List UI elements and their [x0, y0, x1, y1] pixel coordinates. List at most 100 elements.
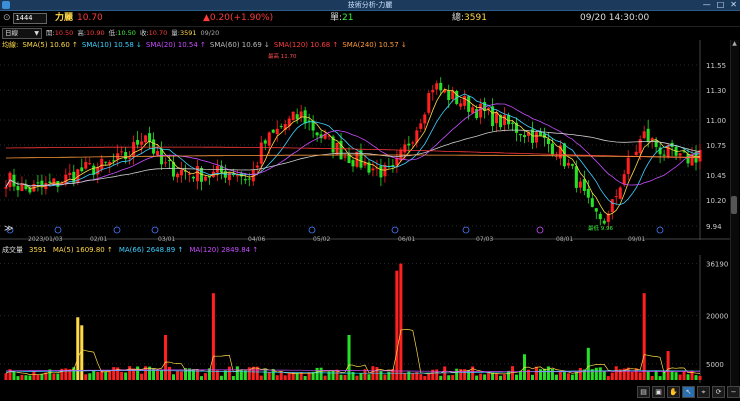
candle-body — [439, 82, 443, 91]
ohlc-value-3: 10.70 — [148, 29, 168, 37]
ohlc-value-2: 10.50 — [117, 29, 136, 37]
volume-bar — [495, 374, 499, 380]
candle-body — [275, 128, 279, 135]
print-icon[interactable]: ▤ — [637, 386, 650, 398]
volume-bar — [179, 371, 184, 380]
candle-body — [467, 96, 471, 112]
candle-body — [128, 157, 132, 159]
period-select[interactable]: 日線 ▼ — [2, 28, 42, 39]
volume-bar — [20, 374, 24, 380]
volume-bar — [4, 373, 8, 380]
ohlc-label-1: 高: — [77, 29, 87, 37]
settings-icon[interactable]: ⊙ — [3, 13, 11, 23]
window-titlebar: 技術分析-力麗 — □ ✕ — [0, 0, 740, 11]
candle-body — [666, 144, 670, 158]
stock-code-box: ⊙ — [3, 12, 47, 24]
quote-bar: ⊙ 力麗 10.70 ▲0.20(+1.90%) 單:21 總:3591 09/… — [0, 11, 740, 27]
volume-bar — [96, 371, 100, 380]
cursor-icon[interactable]: ↖ — [682, 386, 695, 398]
chart-toolbar: 日線 ▼ 開:10.50 高:10.90 低:10.50 收:10.70 量:3591 0… — [0, 27, 740, 39]
zoom-out-icon[interactable]: − — [727, 386, 740, 398]
candle-body — [48, 181, 52, 184]
volume-bar — [120, 371, 124, 380]
volume-bar — [303, 376, 307, 380]
volume-bar — [630, 372, 634, 380]
candle-body — [614, 196, 618, 198]
candle-body — [295, 114, 299, 120]
candle-body — [315, 132, 319, 136]
volume-bar — [578, 367, 582, 380]
volume-bar — [315, 367, 319, 380]
close-button[interactable]: ✕ — [730, 0, 737, 10]
candle-body — [503, 115, 507, 126]
volume-bar — [203, 373, 207, 380]
volume-bar — [168, 366, 172, 380]
volume-bar — [423, 376, 427, 380]
date-axis: 2023/01/03 02/01 03/01 04/06 05/02 06/01 07/03… — [28, 236, 645, 243]
vol-item-3: MA(120) 2849.84 ↑ — [189, 246, 259, 254]
volume-bar — [359, 373, 363, 380]
stock-code-input[interactable] — [12, 12, 47, 24]
maximize-button[interactable]: □ — [717, 0, 725, 10]
volume-bar — [526, 369, 531, 380]
volume-bar — [646, 370, 650, 380]
candle-body — [136, 139, 140, 145]
volume-bar — [562, 371, 566, 380]
candle-body — [550, 143, 554, 155]
candle-body — [36, 182, 40, 184]
volume-bar — [475, 375, 479, 380]
vertical-scrollbar[interactable] — [730, 40, 739, 396]
scrollbar-thumb[interactable] — [731, 196, 737, 214]
scroll-left-button[interactable]: ≫ — [4, 224, 13, 234]
candle-body — [459, 103, 463, 107]
price-chart[interactable]: 11.55 11.30 11.00 10.75 10.45 10.20 9.94 最高 11.… — [0, 40, 730, 240]
save-icon[interactable]: ▣ — [652, 386, 665, 398]
candle-body — [156, 151, 160, 156]
minimize-button[interactable]: — — [703, 0, 711, 10]
high-annotation: 最高 11.70 — [268, 52, 297, 60]
chevron-down-icon: ▼ — [34, 30, 39, 37]
candle-body — [511, 122, 515, 124]
candle-body — [68, 172, 72, 175]
pan-icon[interactable]: ✋ — [667, 386, 680, 398]
candle-body — [179, 169, 184, 176]
candle-body — [343, 156, 347, 158]
scroll-up-arrow[interactable]: ▲ — [730, 40, 739, 48]
candle-body — [419, 123, 423, 129]
volume-bar — [223, 370, 227, 380]
candle-body — [546, 139, 550, 145]
volume-bar — [124, 372, 128, 380]
sma5-line — [5, 88, 701, 216]
volume-bar — [694, 375, 698, 380]
zoom-icon[interactable]: ⌖ — [697, 386, 710, 398]
volume-bar — [295, 372, 299, 380]
volume-bar — [367, 374, 371, 380]
volume-chart[interactable]: 36190 20000 5000 — [0, 255, 730, 383]
volume-bar — [56, 373, 60, 380]
candle-body — [403, 144, 407, 153]
candle-body — [610, 199, 614, 213]
volume-bar — [483, 374, 487, 380]
candle-body — [534, 132, 538, 143]
volume-bar — [211, 293, 215, 380]
single-volume: 單:21 — [330, 13, 354, 23]
volume-bar — [614, 366, 618, 380]
volume-bar — [674, 372, 678, 380]
volume-bar — [231, 376, 235, 380]
candle-body — [291, 111, 295, 121]
volume-bar — [515, 374, 519, 380]
refresh-icon[interactable]: ⟳ — [712, 386, 725, 398]
volume-bar — [235, 366, 239, 380]
volume-bar — [439, 375, 443, 380]
vol-item-2: MA(66) 2648.89 ↑ — [118, 246, 184, 254]
chart-tools: ▤▣✋↖⌖⟳−+ — [637, 386, 740, 398]
candle-body — [646, 128, 650, 142]
volume-bar — [32, 370, 36, 380]
volume-bar — [104, 371, 108, 380]
candle-body — [351, 160, 355, 167]
candle-body — [243, 179, 247, 181]
candle-body — [195, 165, 199, 182]
candle-body — [622, 174, 626, 185]
candle-body — [463, 95, 467, 106]
price-axis-label: 10.45 — [706, 172, 726, 180]
